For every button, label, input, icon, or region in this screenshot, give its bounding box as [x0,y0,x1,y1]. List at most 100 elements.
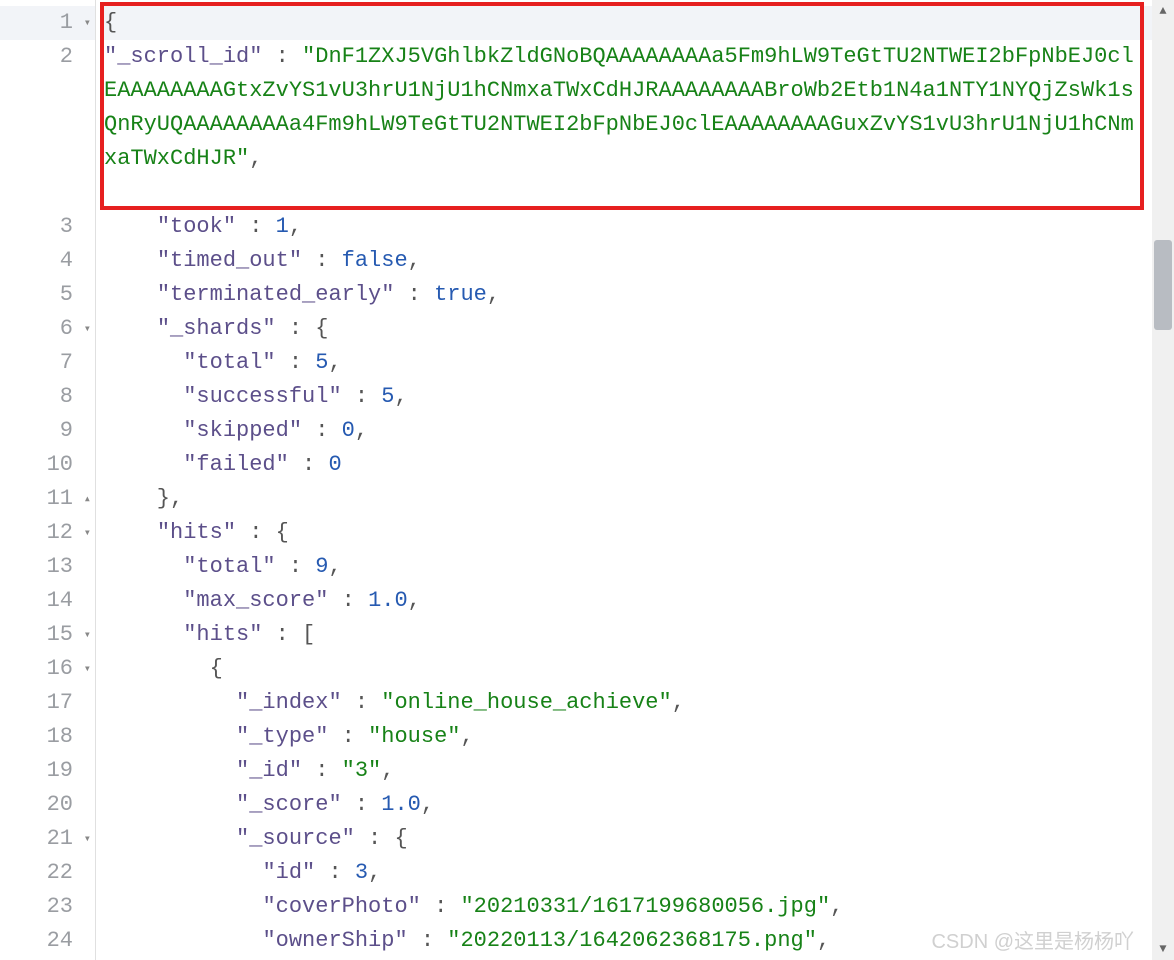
fold-open-icon[interactable]: ▾ [84,516,91,550]
code-line[interactable]: "total" : 5, [104,346,1174,380]
code-token: , [249,146,262,171]
code-line[interactable]: "took" : 1, [104,210,1174,244]
code-token: 1.0 [368,588,408,613]
line-number: 23 [0,890,95,924]
code-line[interactable]: "timed_out" : false, [104,244,1174,278]
code-token: false [342,248,408,273]
code-token: : [ [262,622,315,647]
code-token: 9 [315,554,328,579]
code-token [104,724,236,749]
scroll-thumb[interactable] [1154,240,1172,330]
line-number: 15▾ [0,618,95,652]
code-token [104,520,157,545]
code-token: : [302,758,342,783]
code-token [104,350,183,375]
code-token: "ownerShip" [262,928,407,953]
code-line[interactable]: "terminated_early" : true, [104,278,1174,312]
code-token: , [408,248,421,273]
line-number: 9 [0,414,95,448]
code-line[interactable]: { [104,6,1174,40]
line-number: 24 [0,924,95,958]
line-number: 8 [0,380,95,414]
code-token: , [408,588,421,613]
vertical-scrollbar[interactable]: ▲ ▼ [1152,0,1174,960]
code-token: "id" [262,860,315,885]
code-line[interactable]: "_score" : 1.0, [104,788,1174,822]
code-token: : [394,282,434,307]
code-token: "total" [183,350,275,375]
line-number: 19 [0,754,95,788]
code-line[interactable]: "_scroll_id" : "DnF1ZXJ5VGhlbkZldGNoBQAA… [104,40,1174,210]
fold-open-icon[interactable]: ▾ [84,822,91,856]
code-token: }, [104,486,183,511]
code-token: : [342,384,382,409]
fold-open-icon[interactable]: ▾ [84,652,91,686]
code-line[interactable]: "max_score" : 1.0, [104,584,1174,618]
scroll-down-icon[interactable]: ▼ [1152,938,1174,960]
code-token: { [104,656,223,681]
code-line[interactable]: "_source" : { [104,822,1174,856]
code-token: "hits" [183,622,262,647]
code-token: : { [355,826,408,851]
code-token: true [434,282,487,307]
code-editor: 1▾23456▾7891011▴12▾131415▾16▾1718192021▾… [0,0,1174,960]
line-number-gutter: 1▾23456▾7891011▴12▾131415▾16▾1718192021▾… [0,0,96,960]
code-token: "skipped" [183,418,302,443]
scroll-up-icon[interactable]: ▲ [1152,0,1174,22]
code-token: : [421,894,461,919]
code-token [104,860,262,885]
code-token: "_source" [236,826,355,851]
code-token: "_id" [236,758,302,783]
code-token: , [830,894,843,919]
code-line[interactable]: { [104,652,1174,686]
code-line[interactable]: "_id" : "3", [104,754,1174,788]
code-token: "max_score" [183,588,328,613]
line-number: 7 [0,346,95,380]
fold-open-icon[interactable]: ▾ [84,618,91,652]
code-token: , [289,214,302,239]
line-number: 16▾ [0,652,95,686]
code-token: , [328,554,341,579]
line-number: 6▾ [0,312,95,346]
code-line[interactable]: "id" : 3, [104,856,1174,890]
code-token: , [328,350,341,375]
code-line[interactable]: "successful" : 5, [104,380,1174,414]
code-token [104,248,157,273]
line-number: 1▾ [0,6,95,40]
line-number: 20 [0,788,95,822]
fold-open-icon[interactable]: ▾ [84,312,91,346]
line-number: 11▴ [0,482,95,516]
line-number: 13 [0,550,95,584]
line-number: 12▾ [0,516,95,550]
code-token: "20210331/1617199680056.jpg" [460,894,830,919]
line-number: 18 [0,720,95,754]
code-line[interactable]: "_type" : "house", [104,720,1174,754]
code-token: "timed_out" [157,248,302,273]
code-line[interactable]: "failed" : 0 [104,448,1174,482]
fold-close-icon[interactable]: ▴ [84,482,91,516]
code-token: , [487,282,500,307]
code-token: "online_house_achieve" [381,690,671,715]
code-token [104,588,183,613]
code-token: : [276,350,316,375]
code-line[interactable]: "hits" : [ [104,618,1174,652]
code-line[interactable]: "hits" : { [104,516,1174,550]
fold-open-icon[interactable]: ▾ [84,6,91,40]
code-line[interactable]: }, [104,482,1174,516]
line-number: 4 [0,244,95,278]
code-line[interactable]: "skipped" : 0, [104,414,1174,448]
line-number: 2 [0,40,95,210]
code-token: , [817,928,830,953]
code-token: : [342,690,382,715]
code-area[interactable]: { "_scroll_id" : "DnF1ZXJ5VGhlbkZldGNoBQ… [96,0,1174,960]
code-line[interactable]: "_shards" : { [104,312,1174,346]
code-token: "house" [368,724,460,749]
code-token [104,282,157,307]
code-token: , [381,758,394,783]
code-token: { [104,10,117,35]
code-line[interactable]: "_index" : "online_house_achieve", [104,686,1174,720]
code-line[interactable]: "total" : 9, [104,550,1174,584]
code-line[interactable]: "coverPhoto" : "20210331/1617199680056.j… [104,890,1174,924]
code-token: "_shards" [157,316,276,341]
code-token [104,894,262,919]
